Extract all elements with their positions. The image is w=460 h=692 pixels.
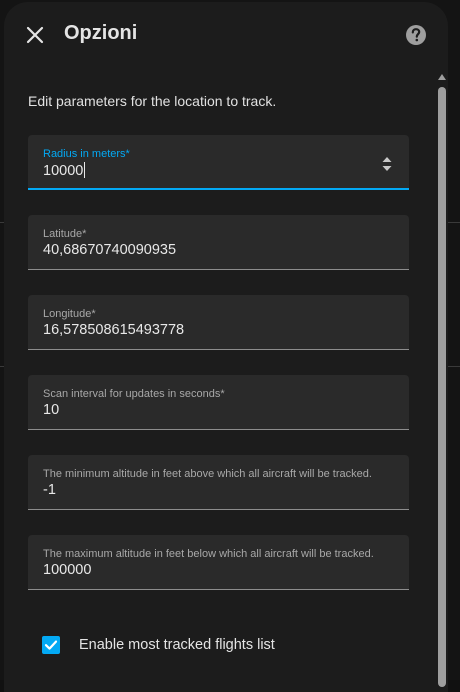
dialog-title: Opzioni — [64, 22, 138, 44]
dialog-scrollbar[interactable] — [436, 68, 448, 692]
dialog-header: Opzioni — [4, 2, 448, 68]
close-button[interactable] — [20, 20, 50, 50]
scroll-up-arrow-icon[interactable] — [438, 74, 446, 80]
scan-interval-value: 10 — [43, 402, 60, 418]
min-altitude-field[interactable]: The minimum altitude in feet above which… — [28, 455, 409, 510]
latitude-value: 40,68670740090935 — [43, 242, 177, 258]
radius-field[interactable]: Radius in meters* 10000 — [28, 135, 409, 190]
dialog-description: Edit parameters for the location to trac… — [28, 93, 277, 109]
min-altitude-value: -1 — [43, 482, 56, 498]
options-dialog: Opzioni Edit parameters for the location… — [4, 2, 448, 692]
help-circle-icon — [406, 25, 426, 45]
max-altitude-label: The maximum altitude in feet below which… — [43, 548, 374, 560]
radius-label: Radius in meters* — [43, 148, 130, 160]
dialog-content: Edit parameters for the location to trac… — [4, 68, 448, 692]
radius-value-wrap: 10000 — [43, 162, 86, 179]
latitude-field[interactable]: Latitude* 40,68670740090935 — [28, 215, 409, 270]
most-tracked-checkbox-row[interactable]: Enable most tracked flights list — [42, 635, 275, 655]
min-altitude-label: The minimum altitude in feet above which… — [43, 468, 372, 480]
longitude-field[interactable]: Longitude* 16,578508615493778 — [28, 295, 409, 350]
close-icon — [26, 26, 44, 44]
help-button[interactable] — [404, 23, 428, 47]
text-cursor — [84, 162, 86, 178]
check-icon — [44, 640, 58, 650]
number-stepper-icon[interactable] — [381, 155, 393, 173]
longitude-label: Longitude* — [43, 308, 96, 320]
max-altitude-value: 100000 — [43, 562, 92, 578]
most-tracked-checkbox[interactable] — [42, 636, 60, 654]
scrollbar-thumb[interactable] — [438, 87, 446, 687]
scan-interval-field[interactable]: Scan interval for updates in seconds* 10 — [28, 375, 409, 430]
scan-interval-label: Scan interval for updates in seconds* — [43, 388, 225, 400]
max-altitude-field[interactable]: The maximum altitude in feet below which… — [28, 535, 409, 590]
most-tracked-checkbox-label: Enable most tracked flights list — [79, 637, 275, 653]
latitude-label: Latitude* — [43, 228, 87, 240]
radius-value: 10000 — [43, 163, 84, 179]
longitude-value: 16,578508615493778 — [43, 322, 185, 338]
